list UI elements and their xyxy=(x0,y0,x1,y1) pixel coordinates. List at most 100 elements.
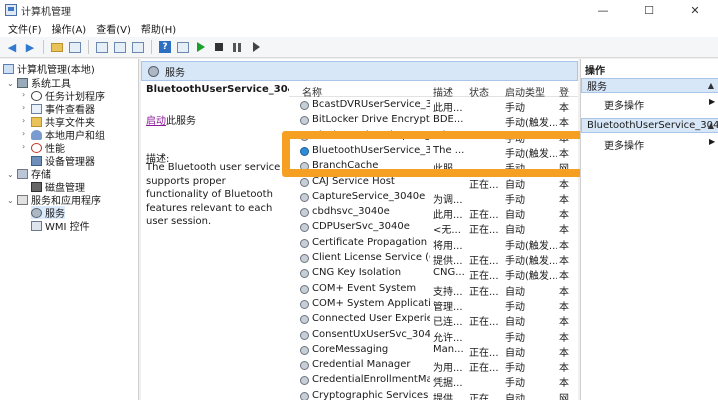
service-row[interactable]: CNG Key Isolation CNG... 正在... 手动(触发... 本 xyxy=(289,266,578,283)
folder-icon xyxy=(31,116,42,127)
stop-service-button[interactable] xyxy=(211,39,227,55)
stop-icon xyxy=(215,43,223,51)
service-startup-cell: 手动(触发... xyxy=(505,271,557,283)
more-actions-services[interactable]: 更多操作 ▶ xyxy=(604,97,715,112)
service-gear-icon xyxy=(300,330,309,340)
more-actions-bluetooth[interactable]: 更多操作 ▶ xyxy=(604,137,715,152)
service-startup-cell: 自动 xyxy=(505,179,525,191)
back-arrow-icon: ◀ xyxy=(7,40,17,54)
chevron-right-icon: ▶ xyxy=(709,97,716,106)
collapse-icon[interactable]: ▲ xyxy=(708,81,714,90)
service-desc-cell: 提供... xyxy=(433,256,463,267)
chevron-down-icon[interactable]: ⌄ xyxy=(7,196,14,205)
service-logon-cell: 本 xyxy=(559,317,569,329)
service-row[interactable]: Credential Manager 为用... 正在... 手动 本 xyxy=(289,358,578,375)
service-row[interactable]: CredentialEnrollmentMana...凭据... 手动 本 xyxy=(289,373,578,389)
service-row[interactable]: COM+ System Application管理... 手动 本 xyxy=(289,297,578,313)
service-name-cell: CoreMessaging xyxy=(312,343,389,355)
forward-button[interactable]: ▶ xyxy=(22,39,38,55)
selected-service-name: BluetoothUserService_3040e xyxy=(146,84,309,95)
column-name[interactable]: 名称 xyxy=(302,84,322,99)
service-row[interactable]: cbdhsvc_3040e 此用... 正在... 自动 本 xyxy=(289,205,578,222)
minimize-button[interactable]: — xyxy=(580,0,626,20)
service-desc-cell: 为用... xyxy=(433,363,463,375)
service-name-cell: CNG Key Isolation xyxy=(312,267,402,279)
up-level-button[interactable] xyxy=(49,39,65,55)
pause-service-button[interactable] xyxy=(229,39,245,55)
service-status-cell: 正在... xyxy=(469,347,499,359)
export-button[interactable] xyxy=(130,39,146,55)
service-row[interactable]: Cryptographic Services 提供... 正在... 自动 网 xyxy=(289,389,578,400)
refresh-icon xyxy=(114,41,126,53)
column-logon[interactable]: 登 xyxy=(559,84,569,99)
service-name-cell: Certificate Propagation xyxy=(312,236,428,248)
properties-button[interactable] xyxy=(94,39,110,55)
help-button[interactable]: ? xyxy=(157,39,173,55)
menu-help[interactable]: 帮助(H) xyxy=(136,21,181,36)
restart-service-button[interactable] xyxy=(247,39,263,55)
service-gear-icon xyxy=(300,101,309,110)
start-service-link[interactable]: 启动 xyxy=(146,116,166,127)
chevron-down-icon[interactable]: ⌄ xyxy=(7,79,14,88)
actions-section-label: BluetoothUserService_3040e xyxy=(587,120,718,131)
close-button[interactable]: ✕ xyxy=(672,0,718,20)
service-startup-cell: 自动 xyxy=(505,225,525,237)
service-row[interactable]: ConsentUxUserSvc_3040e允许... 手动 本 xyxy=(289,328,578,344)
services-panel: 服务 BluetoothUserService_3040e 启动此服务 描述: … xyxy=(141,59,578,400)
column-startup-type[interactable]: 启动类型 xyxy=(505,84,545,99)
chevron-right-icon[interactable]: › xyxy=(22,103,25,112)
menu-file[interactable]: 文件(F) xyxy=(3,21,47,36)
window-title: 计算机管理 xyxy=(21,6,71,18)
chevron-right-icon: ▶ xyxy=(709,137,716,146)
back-button[interactable]: ◀ xyxy=(4,39,20,55)
column-status[interactable]: 状态 xyxy=(469,84,489,99)
chevron-right-icon[interactable]: › xyxy=(22,116,25,125)
service-row[interactable]: CoreMessaging Man... 正在... 自动 本 xyxy=(289,343,578,359)
show-tree-button[interactable] xyxy=(67,39,83,55)
menu-view[interactable]: 查看(V) xyxy=(91,21,136,36)
service-row[interactable]: Connected User Experienc...已连... 正在... 自动 本 xyxy=(289,312,578,329)
actions-section-bluetooth[interactable]: BluetoothUserService_3040e ▲ xyxy=(581,118,718,133)
service-startup-cell: 手动 xyxy=(505,194,525,206)
service-row[interactable]: CDPUserSvc_3040e <无... 正在... 自动 本 xyxy=(289,220,578,237)
chevron-right-icon[interactable]: › xyxy=(22,129,25,138)
service-name-cell: CDPUserSvc_3040e xyxy=(312,221,410,233)
service-row[interactable]: BcastDVRUserService_3040e此用... 手动 本 xyxy=(289,98,578,114)
refresh-button[interactable] xyxy=(112,39,128,55)
service-row[interactable]: Certificate Propagation 将用... 手动(触发... 本 xyxy=(289,236,578,252)
service-row[interactable]: Client License Service (Clip...提供... 正在..… xyxy=(289,251,578,267)
service-detail-pane: BluetoothUserService_3040e 启动此服务 描述: The… xyxy=(141,81,308,400)
service-row[interactable]: COM+ Event System 支持... 正在... 自动 本 xyxy=(289,282,578,298)
chevron-right-icon[interactable]: › xyxy=(22,142,25,151)
storage-icon xyxy=(17,168,28,179)
collapse-icon[interactable]: ▲ xyxy=(708,121,714,130)
service-startup-cell: 自动 xyxy=(505,317,525,329)
service-status-cell: 正在... xyxy=(469,393,499,400)
chevron-down-icon[interactable]: ⌄ xyxy=(7,170,14,179)
tree-item-wmi-control[interactable]: WMI 控件 xyxy=(31,219,90,233)
actions-section-services[interactable]: 服务 ▲ xyxy=(581,78,718,93)
service-startup-cell: 自动 xyxy=(505,286,525,298)
start-service-suffix: 此服务 xyxy=(166,116,196,127)
service-name-cell: ConsentUxUserSvc_3040e xyxy=(312,328,430,340)
start-service-button[interactable] xyxy=(193,39,209,55)
column-description[interactable]: 描述 xyxy=(433,84,453,99)
maximize-button[interactable]: ☐ xyxy=(626,0,672,20)
more-actions-label: 更多操作 xyxy=(604,141,644,152)
service-row[interactable]: BitLocker Drive Encryption ...BDE... 手动(触… xyxy=(289,113,578,130)
service-startup-cell: 手动(触发... xyxy=(505,118,557,130)
service-name-cell: COM+ System Application xyxy=(312,297,430,309)
service-desc-cell: 将用... xyxy=(433,240,463,252)
pause-icon xyxy=(233,42,241,52)
menu-bar: 文件(F) 操作(A) 查看(V) 帮助(H) xyxy=(0,20,718,37)
service-row[interactable]: CaptureService_3040e 为调... 手动 本 xyxy=(289,190,578,206)
action-pane-button[interactable] xyxy=(175,39,191,55)
menu-action[interactable]: 操作(A) xyxy=(47,21,92,36)
service-logon-cell: 本 xyxy=(559,286,569,298)
service-logon-cell: 本 xyxy=(559,210,569,222)
tree-item-computer-management[interactable]: 计算机管理(本地) xyxy=(3,62,95,76)
service-name-cell: Credential Manager xyxy=(312,359,411,371)
tree-item-local-users[interactable]: 本地用户和组 xyxy=(31,128,105,142)
play-icon xyxy=(197,42,205,52)
chevron-right-icon[interactable]: › xyxy=(22,90,25,99)
